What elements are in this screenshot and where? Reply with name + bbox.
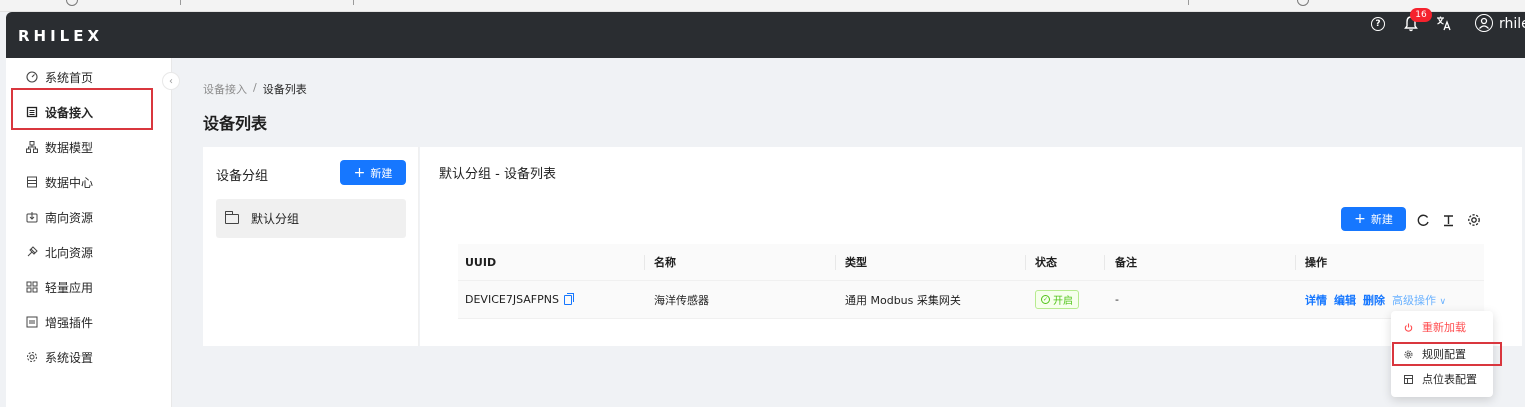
column-separator: [644, 255, 645, 270]
table-row: DEVICE7JSAFPNS 海洋传感器 通用 Modbus 采集网关 ✓ 开启…: [458, 281, 1484, 319]
menu-item-point-table-config[interactable]: 点位表配置: [1391, 366, 1493, 392]
cell-type: 通用 Modbus 采集网关: [845, 293, 961, 307]
column-separator: [1295, 255, 1296, 270]
sidebar-item-lite-apps[interactable]: 轻量应用: [6, 272, 172, 302]
sidebar-item-plugins[interactable]: 增强插件: [6, 307, 172, 337]
column-separator: [1025, 255, 1026, 270]
browser-separator: [180, 0, 181, 5]
sidebar-item-label: 增强插件: [45, 315, 94, 330]
top-bar: RHILEX: [6, 12, 1525, 58]
sidebar-item-label: 轻量应用: [45, 280, 94, 295]
cell-note: -: [1115, 293, 1119, 306]
sidebar-item-label: 系统首页: [45, 70, 94, 85]
device-group-panel: 设备分组 + 新建 默认分组: [203, 147, 419, 346]
chevron-down-icon: ∨: [1439, 296, 1447, 307]
menu-item-label: 点位表配置: [1422, 373, 1477, 386]
sidebar-item-south-resources[interactable]: 南向资源: [6, 202, 172, 232]
datacenter-icon: [26, 176, 38, 188]
plus-icon: +: [353, 164, 366, 181]
sidebar-item-data-model[interactable]: 数据模型: [6, 132, 172, 162]
table-header: UUID 名称 类型 状态 备注 操作: [458, 244, 1484, 281]
column-header-name: 名称: [654, 256, 676, 269]
north-icon: [26, 246, 38, 258]
group-item-default[interactable]: 默认分组: [216, 199, 406, 238]
sidebar-item-label: 数据中心: [45, 175, 94, 190]
table-icon: [1404, 374, 1413, 384]
cell-uuid: DEVICE7JSAFPNS: [465, 281, 574, 318]
cell-status: ✓ 开启: [1035, 281, 1079, 318]
sidebar-item-label: 南向资源: [45, 210, 94, 225]
highlight-box: [1392, 342, 1502, 366]
group-item-label: 默认分组: [251, 212, 300, 226]
power-icon: [1404, 323, 1413, 332]
help-icon[interactable]: ?: [1371, 17, 1385, 31]
column-header-actions: 操作: [1305, 256, 1327, 269]
new-group-label: 新建: [370, 166, 393, 180]
browser-strip: [0, 0, 1525, 12]
new-group-button[interactable]: + 新建: [340, 160, 406, 185]
collapse-sidebar-icon[interactable]: ‹: [162, 72, 180, 90]
new-device-button[interactable]: + 新建: [1341, 207, 1406, 231]
page-title: 设备列表: [203, 114, 268, 133]
status-text: 开启: [1053, 296, 1073, 307]
sidebar-item-label: 系统设置: [45, 350, 94, 365]
sidebar-item-label: 北向资源: [45, 245, 94, 260]
sidebar-item-north-resources[interactable]: 北向资源: [6, 237, 172, 267]
browser-separator: [353, 0, 354, 5]
browser-separator: [1188, 0, 1189, 5]
edit-link[interactable]: 编辑: [1334, 292, 1356, 308]
menu-item-label: 重新加载: [1422, 321, 1466, 334]
model-icon: [26, 141, 38, 153]
advanced-actions-label: 高级操作: [1392, 293, 1436, 307]
breadcrumb: 设备接入 / 设备列表: [203, 81, 307, 97]
uuid-text: DEVICE7JSAFPNS: [465, 293, 559, 306]
sidebar-item-settings[interactable]: 系统设置: [6, 342, 172, 372]
group-panel-title: 设备分组: [216, 169, 269, 184]
south-icon: [26, 211, 38, 223]
plus-icon: +: [1354, 211, 1366, 227]
user-avatar-icon[interactable]: [1475, 14, 1493, 32]
cell-name: 海洋传感器: [654, 293, 709, 307]
column-header-uuid: UUID: [465, 255, 497, 269]
menu-item-reload[interactable]: 重新加载: [1391, 314, 1493, 340]
copy-icon[interactable]: [563, 292, 574, 305]
status-badge: ✓ 开启: [1035, 290, 1079, 309]
breadcrumb-current: 设备列表: [262, 83, 307, 96]
column-header-status: 状态: [1035, 256, 1057, 269]
gear-icon: [26, 351, 38, 363]
advanced-actions-dropdown[interactable]: 高级操作 ∨: [1392, 292, 1446, 308]
browser-reload-icon[interactable]: [66, 0, 78, 6]
check-circle-icon: ✓: [1041, 295, 1050, 304]
settings-gear-icon[interactable]: [1467, 213, 1481, 227]
sidebar-item-data-center[interactable]: 数据中心: [6, 167, 172, 197]
app-logo[interactable]: RHILEX: [18, 27, 103, 45]
column-separator: [835, 255, 836, 270]
column-separator: [1104, 255, 1105, 270]
list-panel-title: 默认分组 - 设备列表: [439, 167, 556, 182]
translate-icon[interactable]: [1436, 15, 1452, 31]
plugin-icon: [26, 316, 38, 328]
sidebar-item-label: 数据模型: [45, 140, 94, 155]
highlight-box: [11, 88, 153, 130]
column-height-icon[interactable]: [1441, 213, 1455, 227]
breadcrumb-parent[interactable]: 设备接入: [203, 81, 247, 97]
app-icon: [26, 281, 38, 293]
username[interactable]: rhile: [1499, 16, 1525, 32]
new-device-label: 新建: [1370, 213, 1393, 226]
device-list-panel: 默认分组 - 设备列表 + 新建 UUID 名称 类型 状态 备注 操作 DEV…: [420, 147, 1522, 346]
notification-badge: 16: [1410, 8, 1432, 22]
delete-link[interactable]: 删除: [1363, 292, 1385, 308]
dashboard-icon: [26, 71, 38, 83]
reload-icon[interactable]: [1416, 213, 1430, 227]
folder-open-icon: [225, 210, 239, 224]
device-table: UUID 名称 类型 状态 备注 操作 DEVICE7JSAFPNS 海洋传感器…: [458, 244, 1484, 319]
column-header-type: 类型: [845, 256, 867, 269]
breadcrumb-separator: /: [253, 81, 257, 94]
browser-close-icon[interactable]: [1297, 0, 1309, 6]
detail-link[interactable]: 详情: [1305, 292, 1327, 308]
column-header-note: 备注: [1115, 256, 1137, 269]
